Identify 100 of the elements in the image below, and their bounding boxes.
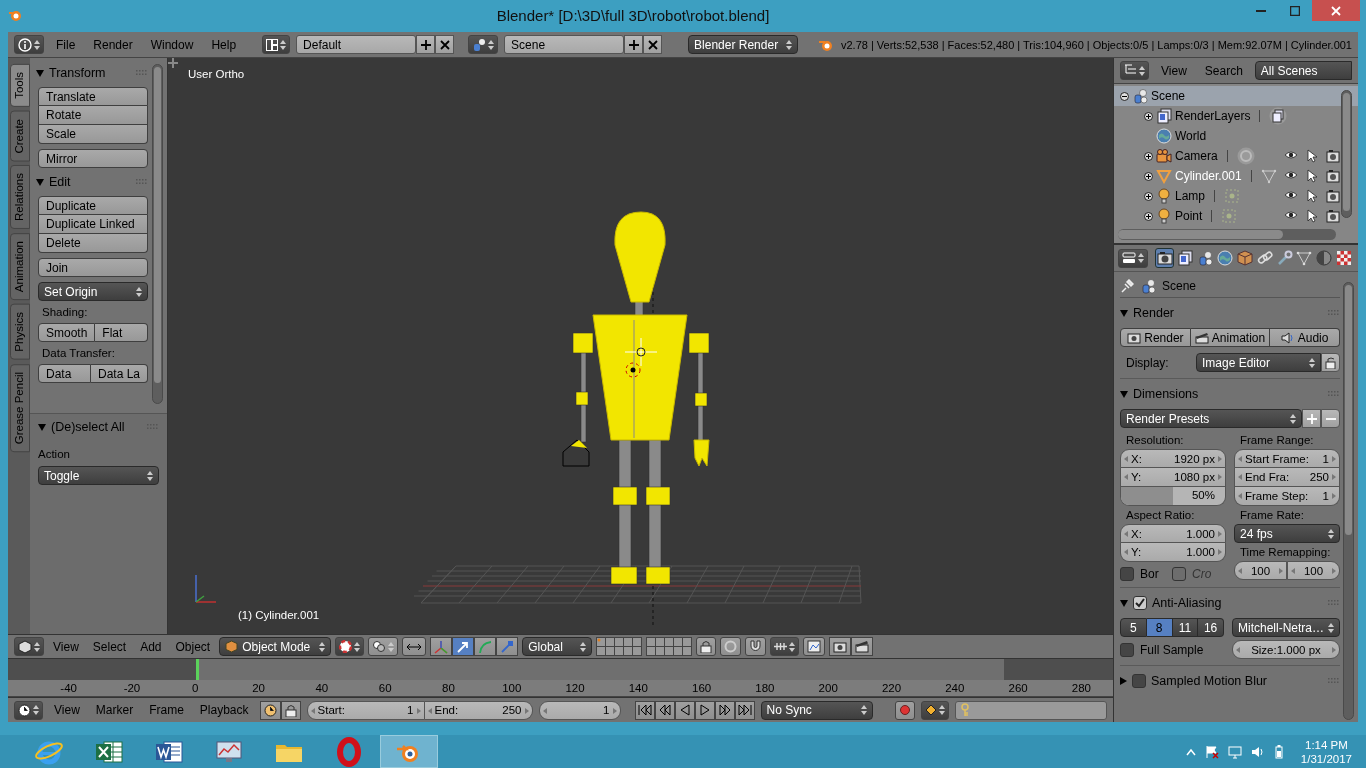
playback-button[interactable] <box>714 700 735 720</box>
scene-field[interactable]: Scene <box>504 35 625 54</box>
current-frame-field[interactable]: 1 <box>538 700 621 720</box>
editor-type-button[interactable] <box>14 637 44 656</box>
record-button[interactable] <box>894 700 915 720</box>
remove-button[interactable] <box>1321 409 1340 428</box>
playback-button[interactable] <box>694 700 715 720</box>
tool-button[interactable]: Data <box>38 364 91 383</box>
menu-item[interactable]: Frame <box>144 703 189 717</box>
number-field[interactable]: Y: 1080 px <box>1120 468 1226 487</box>
expand-toggle-icon[interactable] <box>1144 111 1153 121</box>
checkbox[interactable] <box>1132 674 1146 688</box>
tool-tab[interactable]: Physics <box>10 304 30 361</box>
percentage-slider[interactable]: 50% <box>1120 487 1226 506</box>
number-field[interactable]: Start Frame: 1 <box>1234 449 1340 468</box>
collapse-toggle-icon[interactable] <box>1120 91 1129 101</box>
pivot-dropdown[interactable] <box>368 637 399 656</box>
scene-type-button[interactable] <box>468 35 499 54</box>
orientation-dropdown[interactable]: Global <box>522 637 593 656</box>
layer-grid-icon[interactable] <box>596 637 643 656</box>
close-button[interactable] <box>1312 0 1360 21</box>
editor-type-button[interactable] <box>14 35 44 54</box>
tool-button[interactable]: Delete <box>38 234 148 253</box>
tool-button[interactable]: Smooth <box>38 323 96 342</box>
panel-title[interactable]: Transform <box>49 66 131 80</box>
scrollbar[interactable] <box>1343 282 1354 720</box>
tool-tab[interactable]: Grease Pencil <box>10 364 30 453</box>
playback-button[interactable] <box>734 700 755 720</box>
display-mode-dropdown[interactable]: All Scenes <box>1254 61 1352 80</box>
camera-icon[interactable] <box>1326 189 1340 203</box>
expand-arrow-icon[interactable] <box>38 423 46 431</box>
outliner-row[interactable]: Camera <box>1114 146 1358 166</box>
layer-grid-icon[interactable] <box>646 637 693 656</box>
sample-option[interactable]: 16 <box>1198 618 1224 637</box>
panel-title[interactable]: Anti-Aliasing <box>1152 596 1323 610</box>
number-field[interactable]: End Fra: 250 <box>1234 468 1340 487</box>
plus-icon[interactable] <box>168 58 178 68</box>
presets-dropdown[interactable]: Render Presets <box>1120 409 1302 428</box>
tool-tab[interactable]: Create <box>10 110 30 162</box>
menu-item[interactable]: Help <box>205 37 243 52</box>
menu-item[interactable]: Add <box>135 639 167 654</box>
render-still-button[interactable] <box>829 637 852 656</box>
clock-date[interactable]: 1/31/2017 <box>1300 751 1352 766</box>
tool-button[interactable]: Data La <box>90 364 148 383</box>
eye-icon[interactable] <box>1284 169 1298 181</box>
start-frame-field[interactable]: Start: 1 <box>306 700 425 720</box>
battery-icon[interactable] <box>1273 744 1284 759</box>
menu-item[interactable]: Window <box>144 37 200 52</box>
number-field[interactable]: X: 1.000 <box>1120 524 1226 543</box>
speaker-icon[interactable] <box>1250 744 1265 759</box>
outliner-row[interactable]: Cylinder.001 <box>1114 166 1358 186</box>
checkbox[interactable] <box>1120 567 1134 581</box>
number-field[interactable]: X: 1920 px <box>1120 449 1226 468</box>
add-button[interactable] <box>624 35 644 54</box>
cursor-icon[interactable] <box>1306 189 1318 203</box>
eye-icon[interactable] <box>1284 189 1298 201</box>
tool-button[interactable]: Join <box>38 258 148 277</box>
menu-item[interactable]: View <box>1155 63 1193 78</box>
properties-tab[interactable] <box>1175 248 1195 268</box>
sample-option[interactable]: 11 <box>1172 618 1199 637</box>
playback-button[interactable] <box>634 700 655 720</box>
menu-item[interactable]: Object <box>170 639 216 654</box>
timeline-track[interactable] <box>8 658 1113 680</box>
menu-item[interactable]: Search <box>1198 63 1249 78</box>
mode-dropdown[interactable]: Object Mode <box>219 637 332 656</box>
eye-icon[interactable] <box>1284 209 1298 221</box>
tool-tab[interactable]: Relations <box>10 165 30 230</box>
filter-size-field[interactable]: Size:1.000 px <box>1232 640 1340 659</box>
tool-button[interactable]: Duplicate Linked <box>38 215 148 234</box>
pin-icon[interactable] <box>1120 278 1134 293</box>
expand-arrow-icon[interactable] <box>1120 390 1128 398</box>
cursor-icon[interactable] <box>1306 169 1318 183</box>
tool-button[interactable]: Flat <box>95 323 148 342</box>
render-action-button[interactable]: Animation <box>1190 328 1271 347</box>
render-animation-button[interactable] <box>851 637 874 656</box>
camera-icon[interactable] <box>1326 169 1340 183</box>
sample-option[interactable]: 5 <box>1120 618 1147 637</box>
menu-item[interactable]: Select <box>87 639 132 654</box>
scrollbar[interactable] <box>1118 229 1336 240</box>
checkbox[interactable] <box>1133 596 1147 610</box>
playback-button[interactable] <box>674 700 695 720</box>
menu-item[interactable]: View <box>48 639 84 654</box>
keying-set-field[interactable] <box>954 700 1107 720</box>
outliner-row[interactable]: Point <box>1114 206 1358 226</box>
expand-arrow-icon[interactable] <box>36 178 44 186</box>
delete-button[interactable] <box>435 35 455 54</box>
scrollbar[interactable] <box>1341 90 1352 218</box>
scrollbar[interactable] <box>152 64 163 404</box>
camera-icon[interactable] <box>1326 209 1340 223</box>
tool-button[interactable]: Scale <box>38 125 148 144</box>
end-frame-field[interactable]: End: 250 <box>424 700 533 720</box>
menu-item[interactable]: Playback <box>194 703 254 717</box>
expand-arrow-icon[interactable] <box>36 69 44 77</box>
display-dropdown[interactable]: Image Editor <box>1196 353 1321 372</box>
cursor-icon[interactable] <box>1306 149 1318 163</box>
clock-time[interactable]: 1:14 PM <box>1305 737 1348 752</box>
tool-button[interactable]: Translate <box>38 87 148 106</box>
manipulator-toggle[interactable] <box>402 637 427 656</box>
menu-item[interactable]: Render <box>87 37 139 52</box>
tool-tab[interactable]: Tools <box>10 64 30 107</box>
